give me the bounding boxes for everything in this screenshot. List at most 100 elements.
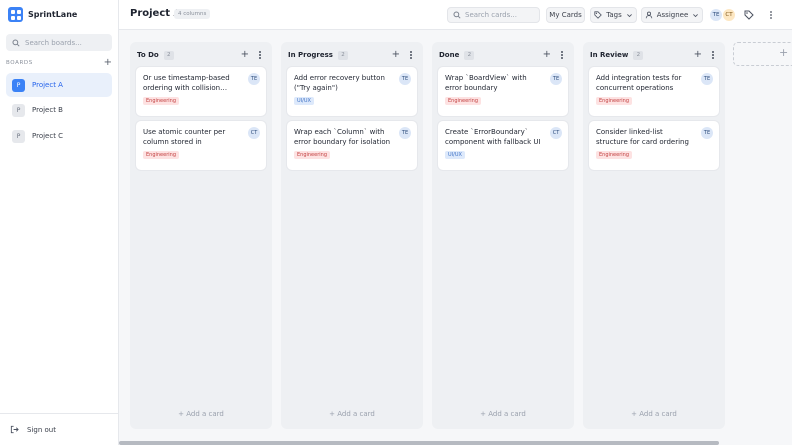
add-card-icon[interactable]: + <box>694 49 702 61</box>
card-search[interactable] <box>447 7 540 23</box>
column-card-count: 2 <box>464 50 475 60</box>
horizontal-scrollbar[interactable] <box>119 441 719 445</box>
card-assignee-avatar: CT <box>550 127 562 139</box>
card-assignee-avatar: TE <box>701 127 713 139</box>
add-board-icon[interactable]: + <box>104 58 112 68</box>
add-card-label: Add a card <box>337 410 375 418</box>
column-menu-icon[interactable] <box>559 50 565 60</box>
column-to-do: To Do 2 + Or use timestamp-based orderin… <box>130 42 272 429</box>
app-name: SprintLane <box>28 9 78 19</box>
column-title: In Progress <box>288 51 333 59</box>
board-badge: P <box>12 103 25 117</box>
card-assignee-avatar: CT <box>248 127 260 139</box>
card[interactable]: Or use timestamp-based ordering with col… <box>136 67 266 116</box>
my-cards-label: My Cards <box>549 11 582 19</box>
tag-badge: Engineering <box>445 97 481 105</box>
brand[interactable]: SprintLane <box>8 6 77 22</box>
plus-icon: + <box>779 46 789 59</box>
user-icon <box>645 11 652 19</box>
column-header: Done 2 + <box>439 49 569 61</box>
more-options-icon[interactable] <box>764 8 778 22</box>
board-name: Project B <box>32 106 63 114</box>
add-card-button[interactable]: + Add a card <box>130 410 272 418</box>
search-boards-input[interactable] <box>25 38 105 47</box>
chevron-down-icon <box>693 13 699 17</box>
board-search[interactable] <box>6 34 112 51</box>
card-title: Use atomic counter per column stored in … <box>143 128 226 146</box>
tag-settings-icon[interactable] <box>742 8 756 22</box>
card-title: Wrap `BoardView` with error boundary <box>445 74 527 92</box>
card[interactable]: Use atomic counter per column stored in … <box>136 121 266 170</box>
boards-label: BOARDS <box>6 60 33 66</box>
add-card-icon[interactable]: + <box>543 49 551 61</box>
tag-badge: Engineering <box>143 97 179 105</box>
assignee-filter-button[interactable]: Assignee <box>641 7 703 23</box>
grid-logo-icon <box>8 6 23 22</box>
sign-out-button[interactable]: Sign out <box>0 413 119 445</box>
top-bar: Project A 4 columns My Cards Tags Assign… <box>119 0 792 30</box>
add-card-button[interactable]: + Add a card <box>432 410 574 418</box>
column-in-progress: In Progress 2 + Add error recovery butto… <box>281 42 423 429</box>
card-assignee-avatar: TE <box>248 73 260 85</box>
card-assignee-avatar: TE <box>399 73 411 85</box>
boards-header: BOARDS + <box>6 58 112 68</box>
column-done: Done 2 + Wrap `BoardView` with error bou… <box>432 42 574 429</box>
card-title: Add error recovery button ("Try again") <box>294 74 385 92</box>
card[interactable]: Wrap `BoardView` with error boundary TE … <box>438 67 568 116</box>
column-card-count: 2 <box>337 50 348 60</box>
chevron-down-icon <box>626 13 632 17</box>
add-card-label: Add a card <box>186 410 224 418</box>
search-icon <box>12 38 20 47</box>
tag-badge: Engineering <box>596 97 632 105</box>
tag-icon <box>594 11 603 19</box>
tag-badge: Engineering <box>596 151 632 159</box>
card[interactable]: Wrap each `Column` with error boundary f… <box>287 121 417 170</box>
column-title: To Do <box>137 51 159 59</box>
card-title: Add integration tests for concurrent ope… <box>596 74 682 92</box>
assignee-label: Assignee <box>656 11 689 19</box>
board-item-project-b[interactable]: P Project B <box>6 98 112 122</box>
board-item-project-a[interactable]: P Project A <box>6 73 112 97</box>
column-title: In Review <box>590 51 629 59</box>
tags-filter-button[interactable]: Tags <box>590 7 637 23</box>
avatar[interactable]: TE <box>709 8 723 22</box>
add-column-button[interactable]: + <box>733 42 792 66</box>
tag-badge: UI/UX <box>445 151 465 159</box>
column-menu-icon[interactable] <box>408 50 414 60</box>
add-card-button[interactable]: + Add a card <box>281 410 423 418</box>
card-title: Consider linked-list structure for card … <box>596 128 689 146</box>
add-card-icon[interactable]: + <box>392 49 400 61</box>
board-name: Project C <box>32 132 64 140</box>
avatar[interactable]: CT <box>722 8 736 22</box>
card[interactable]: Add error recovery button ("Try again") … <box>287 67 417 116</box>
column-menu-icon[interactable] <box>710 50 716 60</box>
board-name: Project A <box>32 81 63 89</box>
column-title: Done <box>439 51 460 59</box>
column-card-count: 2 <box>163 50 174 60</box>
search-icon <box>453 11 461 19</box>
column-header: To Do 2 + <box>137 49 267 61</box>
column-card-count: 2 <box>633 50 644 60</box>
card[interactable]: Create `ErrorBoundary` component with fa… <box>438 121 568 170</box>
add-card-icon[interactable]: + <box>241 49 249 61</box>
column-in-review: In Review 2 + Add integration tests for … <box>583 42 725 429</box>
card-assignee-avatar: TE <box>701 73 713 85</box>
card-assignee-avatar: TE <box>399 127 411 139</box>
card-assignee-avatar: TE <box>550 73 562 85</box>
tag-badge: UI/UX <box>294 97 314 105</box>
add-card-button[interactable]: + Add a card <box>583 410 725 418</box>
tags-label: Tags <box>606 11 622 19</box>
card[interactable]: Add integration tests for concurrent ope… <box>589 67 719 116</box>
card[interactable]: Consider linked-list structure for card … <box>589 121 719 170</box>
column-menu-icon[interactable] <box>257 50 263 60</box>
my-cards-button[interactable]: My Cards <box>546 7 585 23</box>
board-badge: P <box>12 78 25 92</box>
card-title: Create `ErrorBoundary` component with fa… <box>445 128 541 146</box>
app-root: SprintLane BOARDS + P Project A P Projec… <box>0 0 792 445</box>
sign-out-label: Sign out <box>27 425 56 434</box>
card-title: Wrap each `Column` with error boundary f… <box>294 128 391 146</box>
column-header: In Progress 2 + <box>288 49 418 61</box>
board-item-project-c[interactable]: P Project C <box>6 124 112 148</box>
search-cards-input[interactable] <box>465 11 535 19</box>
add-card-label: Add a card <box>639 410 677 418</box>
